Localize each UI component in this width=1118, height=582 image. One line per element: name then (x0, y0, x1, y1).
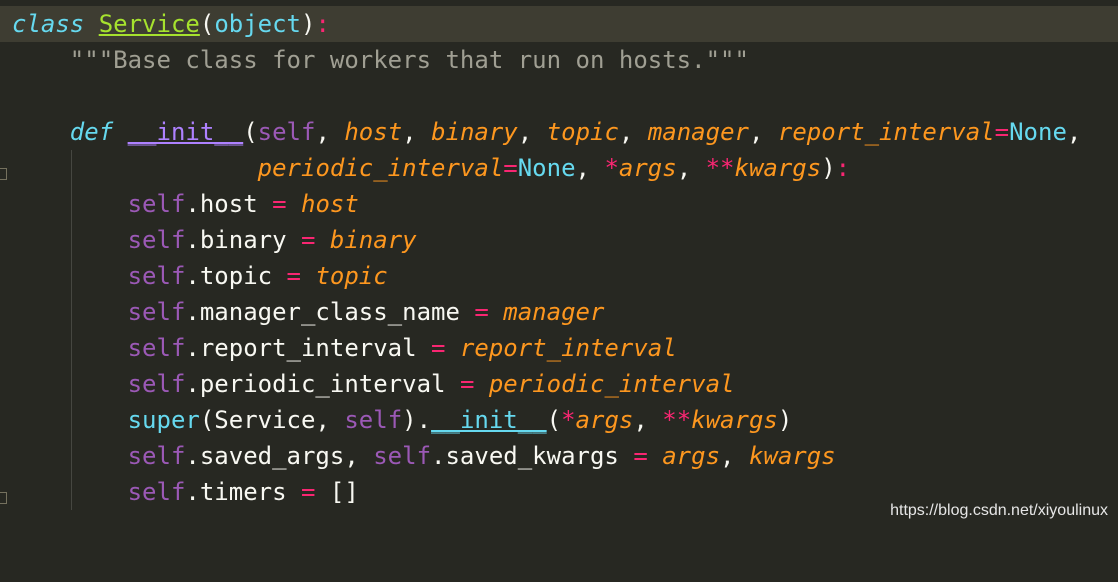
code-line[interactable]: class Service(object): (0, 6, 1118, 42)
code-line[interactable]: self.timers = [] (0, 474, 359, 510)
code-line[interactable]: periodic_interval=None, *args, **kwargs)… (0, 150, 850, 186)
code-line[interactable]: self.manager_class_name = manager (0, 294, 605, 330)
code-line[interactable]: self.report_interval = report_interval (0, 330, 677, 366)
code-line[interactable]: self.topic = topic (0, 258, 388, 294)
watermark: https://blog.csdn.net/xiyoulinux (890, 502, 1108, 519)
code-line[interactable]: super(Service, self).__init__(*args, **k… (0, 402, 793, 438)
function-name: __init__ (127, 118, 244, 146)
code-line[interactable]: self.host = host (0, 186, 359, 222)
code-line[interactable]: def __init__(self, host, binary, topic, … (0, 114, 1082, 150)
base-class: object (214, 10, 302, 38)
code-line[interactable]: """Base class for workers that run on ho… (0, 42, 749, 78)
code-line[interactable]: self.binary = binary (0, 222, 417, 258)
docstring: """Base class for workers that run on ho… (12, 46, 749, 74)
keyword-def: def (69, 118, 114, 146)
code-editor[interactable]: class Service(object): """Base class for… (0, 0, 1118, 530)
keyword-class: class (12, 10, 85, 38)
class-name: Service (98, 10, 200, 38)
code-line[interactable]: self.saved_args, self.saved_kwargs = arg… (0, 438, 836, 474)
code-line[interactable]: self.periodic_interval = periodic_interv… (0, 366, 735, 402)
